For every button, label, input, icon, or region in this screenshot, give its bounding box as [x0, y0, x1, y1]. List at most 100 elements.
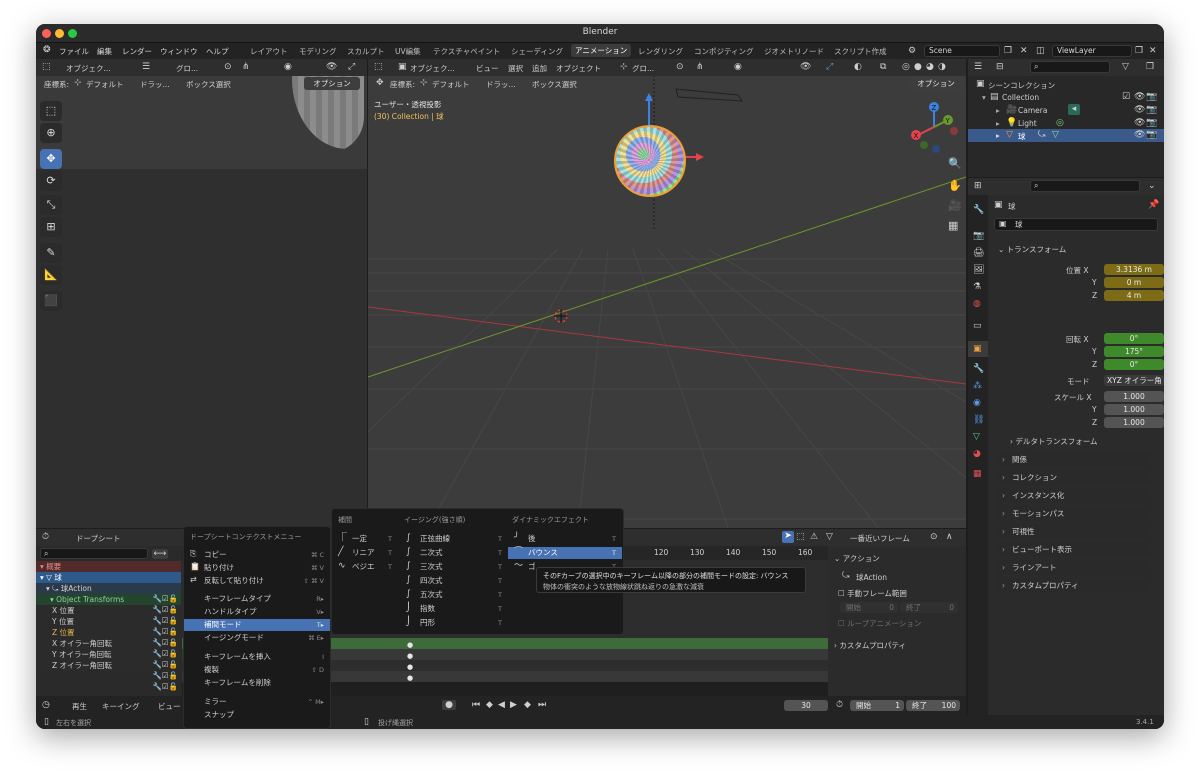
left-transform-dropdown[interactable]: グロ...: [176, 63, 198, 74]
menu-item-easing-mode[interactable]: イージングモード ⌘ E▸: [184, 632, 330, 644]
tab-layout[interactable]: レイアウト: [250, 46, 288, 57]
main-options-button[interactable]: オプション: [908, 77, 964, 90]
interp-constant[interactable]: ⎾ 一定 T: [332, 533, 398, 545]
snap-icon[interactable]: ⋔: [242, 62, 250, 72]
easing-exponential[interactable]: ⌡ 指数 T: [398, 603, 508, 615]
menu-view[interactable]: ビュー: [476, 63, 499, 74]
keyframe-diamond[interactable]: ●: [407, 673, 413, 683]
pan-icon[interactable]: ✋: [948, 180, 962, 191]
dynamic-back[interactable]: ╯ 後 T: [508, 533, 622, 545]
scene-collection-label[interactable]: シーンコレクション: [988, 80, 1055, 91]
start-frame-field[interactable]: 開始 1: [850, 700, 904, 711]
ortho-toggle-icon[interactable]: ▦: [948, 220, 958, 231]
particles-tab-icon[interactable]: ⁂: [973, 381, 982, 391]
next-keyframe-icon[interactable]: ◆: [524, 700, 531, 710]
interp-bezier[interactable]: ∿ ベジエ T: [332, 561, 398, 573]
menu-help[interactable]: ヘルプ: [206, 46, 229, 57]
scale-y-field[interactable]: 1.000: [1104, 404, 1164, 415]
proportional-icon[interactable]: ◉: [284, 62, 292, 72]
action-panel-header[interactable]: ⌄ アクション: [834, 553, 880, 564]
filter-dopesheet-icon[interactable]: ▽: [826, 532, 833, 542]
left-viewport[interactable]: ⬚ オブジェク... ☰ グロ... ⊙ ⋔ ◉ 👁 ⤢ 座標系: ⊹ デフォル…: [36, 59, 367, 528]
visibility-icon[interactable]: 👁: [326, 62, 337, 72]
easing-circular[interactable]: ⌡ 円形 T: [398, 617, 508, 629]
camera-expand-icon[interactable]: ▸: [996, 106, 1000, 115]
keyframe-diamond[interactable]: ●: [407, 662, 413, 672]
solid-shading-icon[interactable]: ●: [914, 62, 922, 72]
add-cube-tool[interactable]: ⬛: [40, 291, 62, 311]
outliner-item-light[interactable]: Light: [1018, 119, 1037, 128]
panel-instancing[interactable]: インスタンス化: [996, 488, 1150, 503]
dynamic-bounce[interactable]: ⌒ バウンス T: [508, 547, 622, 559]
view-layer-field[interactable]: ViewLayer: [1052, 45, 1132, 57]
display-mode-icon[interactable]: ⊟: [996, 62, 1004, 72]
easing-cubic[interactable]: ∫ 三次式 T: [398, 561, 508, 573]
transform-tool[interactable]: ⊞: [40, 217, 62, 237]
render-tab-icon[interactable]: 📷: [973, 231, 984, 241]
output-tab-icon[interactable]: 🖨: [973, 248, 984, 258]
easing-quartic[interactable]: ∫ 四次式 T: [398, 575, 508, 587]
tab-geometry-nodes[interactable]: ジオメトリノード: [764, 46, 824, 57]
camera-eye-icon[interactable]: 👁: [1134, 105, 1145, 115]
overlay-icon[interactable]: ◐: [854, 62, 862, 72]
menu-item-snap[interactable]: スナップ: [184, 709, 330, 721]
xray-icon[interactable]: ⧉: [880, 62, 886, 72]
properties-search-input[interactable]: ⌕: [1030, 180, 1140, 192]
rotation-y-field[interactable]: 175°: [1104, 346, 1164, 357]
menu-item-copy[interactable]: ⎘ コピー ⌘ C: [184, 549, 330, 561]
manual-range-checkbox[interactable]: ☐ 手動フレーム範囲: [838, 588, 907, 599]
collection-check-icon[interactable]: ☑: [1122, 92, 1130, 102]
scene-tab-icon[interactable]: ⚗: [973, 282, 981, 292]
delta-transform-header[interactable]: › デルタトランスフォーム: [1010, 436, 1098, 447]
cursor-tool[interactable]: ⊕: [40, 123, 62, 143]
sphere-expand-icon[interactable]: ▸: [996, 131, 1000, 140]
errors-icon[interactable]: ⚠: [810, 532, 818, 542]
sphere-object[interactable]: [614, 125, 686, 197]
tab-texture-paint[interactable]: テクスチャペイント: [433, 46, 500, 57]
play-icon[interactable]: ▶: [510, 700, 517, 710]
filter-icon[interactable]: ▽: [1122, 62, 1129, 72]
menu-render[interactable]: レンダー: [122, 46, 152, 57]
end-frame-field[interactable]: 終了 100: [906, 700, 960, 711]
pivot-icon[interactable]: ⊙: [224, 62, 232, 72]
texture-tab-icon[interactable]: ▦: [973, 469, 982, 479]
tool-tab-icon[interactable]: 🔧: [973, 205, 984, 215]
outliner-item-camera[interactable]: Camera: [1018, 106, 1047, 115]
material-tab-icon[interactable]: ◕: [973, 449, 981, 459]
menu-item-paste[interactable]: 📋 貼り付け ⌘ V: [184, 562, 330, 574]
select-tool[interactable]: ⬚: [40, 101, 62, 121]
properties-options-icon[interactable]: ⌄: [1148, 181, 1156, 191]
main-mode-dropdown[interactable]: オブジェク...: [410, 63, 455, 74]
collection-tab-icon[interactable]: ▭: [973, 321, 982, 331]
drag-dropdown[interactable]: ドラッ...: [140, 79, 170, 90]
rotation-mode-dropdown[interactable]: XYZ オイラー角: [1104, 375, 1164, 386]
data-tab-icon[interactable]: ▽: [973, 432, 980, 442]
rotation-x-field[interactable]: 0°: [1104, 333, 1164, 344]
copy-view-layer-icon[interactable]: ❐: [1135, 46, 1143, 56]
location-y-field[interactable]: 0 m: [1104, 277, 1164, 288]
outliner-item-sphere[interactable]: 球: [1018, 131, 1026, 142]
menu-item-keyframe-type[interactable]: キーフレームタイプ R▸: [184, 593, 330, 605]
world-tab-icon[interactable]: ◍: [973, 299, 981, 309]
camera-render-icon[interactable]: 📷: [1146, 105, 1157, 115]
transform-panel-header[interactable]: ⌄ トランスフォーム: [998, 244, 1066, 255]
tab-shading[interactable]: シェーディング: [511, 46, 563, 57]
location-x-field[interactable]: 3.3136 m: [1104, 264, 1164, 275]
easing-sine[interactable]: ∫ 正弦曲線 T: [398, 533, 508, 545]
outliner-search-input[interactable]: ⌕: [1030, 61, 1110, 73]
annotate-tool[interactable]: ✎: [40, 243, 62, 263]
move-tool[interactable]: ✥: [40, 149, 62, 169]
menu-item-delete-keyframes[interactable]: キーフレームを削除: [184, 677, 330, 689]
delete-scene-icon[interactable]: ✕: [1020, 46, 1028, 56]
main-proportional-icon[interactable]: ◉: [734, 62, 742, 72]
panel-motion-paths[interactable]: モーションパス: [996, 506, 1150, 521]
rotation-z-field[interactable]: 0°: [1104, 359, 1164, 370]
tab-rendering[interactable]: レンダリング: [638, 46, 683, 57]
show-hidden-icon[interactable]: ⬚: [796, 532, 805, 542]
constraints-tab-icon[interactable]: ⛓: [973, 415, 984, 425]
rotate-tool[interactable]: ⟳: [40, 171, 62, 191]
light-expand-icon[interactable]: ▸: [996, 119, 1000, 128]
object-tab-icon[interactable]: ▣: [973, 344, 982, 354]
scale-z-field[interactable]: 1.000: [1104, 417, 1164, 428]
falloff-icon[interactable]: ∧: [946, 532, 953, 542]
